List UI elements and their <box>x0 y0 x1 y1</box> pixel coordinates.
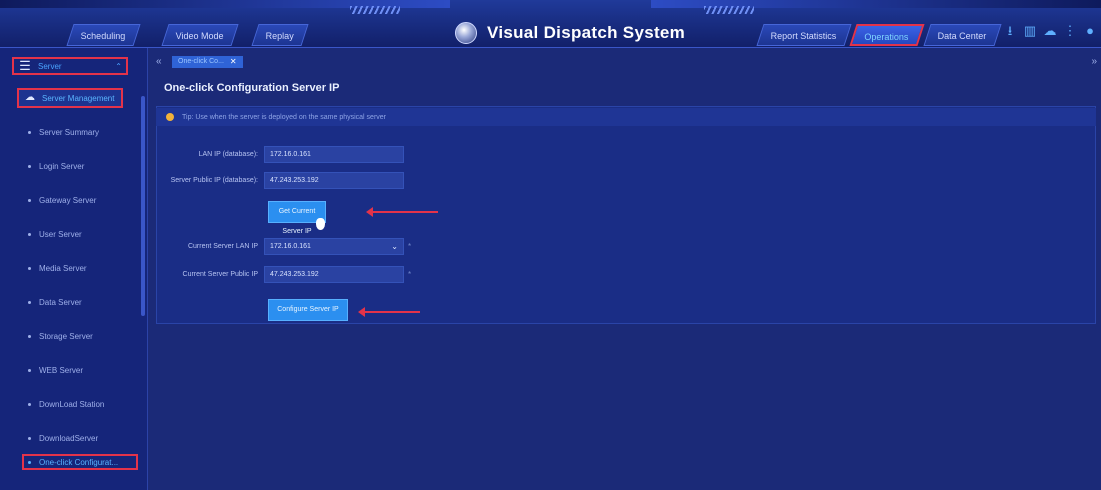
bullet-icon <box>28 232 31 236</box>
content-tab-strip: « One-click Co... ✕ » <box>150 54 1101 70</box>
sidebar-item-data-server[interactable]: Data Server <box>28 294 82 310</box>
configure-server-ip-button[interactable]: Configure Server IP <box>268 299 348 321</box>
sidebar-item-media-server[interactable]: Media Server <box>28 260 87 276</box>
server-icon: ☰ <box>19 58 31 73</box>
bullet-icon <box>28 334 31 338</box>
building-icon[interactable]: ▥ <box>1023 24 1037 38</box>
bullet-icon <box>28 402 31 406</box>
public-ip-label: Server Public IP (database): <box>170 177 258 184</box>
tab-data-center[interactable]: Data Center <box>923 24 1002 46</box>
form-row-current-public-ip: Current Server Public IP 47.243.253.192 … <box>164 266 411 283</box>
current-public-ip-label: Current Server Public IP <box>182 271 258 278</box>
stripe-decoration <box>704 6 754 14</box>
close-icon[interactable]: ✕ <box>230 56 237 68</box>
bullet-icon <box>28 436 31 440</box>
bullet-icon <box>28 198 31 202</box>
form-row-public-ip: Server Public IP (database): 47.243.253.… <box>164 172 404 189</box>
tip-bar: Tip: Use when the server is deployed on … <box>156 108 1096 126</box>
sidebar-item-server-summary[interactable]: Server Summary <box>28 124 99 140</box>
cloud-icon: ☁ <box>25 92 35 103</box>
sidebar-item-login-server[interactable]: Login Server <box>28 158 84 174</box>
sidebar-item-download-station[interactable]: DownLoad Station <box>28 396 104 412</box>
tab-report-statistics[interactable]: Report Statistics <box>756 24 852 46</box>
cloud-icon[interactable]: ☁ <box>1043 24 1057 38</box>
chevron-down-icon[interactable]: ⌄ <box>391 239 398 254</box>
menu-server-management[interactable]: ☁ Server Management <box>17 88 123 108</box>
stripe-decoration <box>350 6 400 14</box>
more-icon[interactable]: ⋮ <box>1063 24 1077 38</box>
form-row-lan-ip: LAN IP (database): 172.16.0.161 <box>164 146 404 163</box>
lan-ip-label: LAN IP (database): <box>198 151 258 158</box>
chevron-up-icon: ⌃ <box>115 61 122 71</box>
header-icons: ⭳ ▥ ☁ ⋮ ● <box>1003 24 1097 38</box>
sidebar-item-user-server[interactable]: User Server <box>28 226 82 242</box>
tab-video-mode[interactable]: Video Mode <box>161 24 239 46</box>
sidebar: ☰ Server ⌃ ☁ Server Management Server Su… <box>0 48 148 490</box>
bullet-icon <box>28 164 31 168</box>
bullet-icon <box>28 460 31 464</box>
public-ip-field[interactable]: 47.243.253.192 <box>264 172 404 189</box>
required-mark: * <box>408 270 412 279</box>
app-title-block: Visual Dispatch System <box>455 18 685 48</box>
app-title: Visual Dispatch System <box>487 23 686 42</box>
current-lan-ip-label: Current Server LAN IP <box>187 243 258 250</box>
bullet-icon <box>28 368 31 372</box>
bullet-icon <box>28 130 31 134</box>
bullet-icon <box>28 266 31 270</box>
required-mark: * <box>408 242 412 251</box>
sidebar-item-download-server[interactable]: DownloadServer <box>28 430 98 446</box>
current-public-ip-field[interactable]: 47.243.253.192 <box>264 266 404 283</box>
tab-replay[interactable]: Replay <box>251 24 309 46</box>
tip-text: Tip: Use when the server is deployed on … <box>182 113 387 121</box>
mouse-cursor-icon <box>316 218 325 230</box>
tab-operations[interactable]: Operations <box>849 24 925 46</box>
sidebar-item-web-server[interactable]: WEB Server <box>28 362 83 378</box>
sidebar-item-one-click-configuration[interactable]: One-click Configurat... <box>22 454 138 470</box>
bullet-icon <box>28 300 31 304</box>
annotation-arrow <box>358 307 420 317</box>
lan-ip-field[interactable]: 172.16.0.161 <box>264 146 404 163</box>
annotation-arrow <box>366 207 438 217</box>
sidebar-scrollbar[interactable] <box>141 96 145 316</box>
tab-scroll-left-icon[interactable]: « <box>156 56 162 67</box>
menu-server-label: Server <box>38 61 62 71</box>
current-lan-ip-select[interactable]: 172.16.0.161 ⌄ <box>264 238 404 255</box>
form-row-current-lan-ip: Current Server LAN IP 172.16.0.161 ⌄ * <box>164 238 411 255</box>
info-icon <box>166 113 174 121</box>
open-tab-one-click-config[interactable]: One-click Co... ✕ <box>172 56 243 68</box>
tab-scroll-right-icon[interactable]: » <box>1091 56 1097 67</box>
top-bar: Scheduling Video Mode Replay Visual Disp… <box>0 0 1101 48</box>
sidebar-item-gateway-server[interactable]: Gateway Server <box>28 192 96 208</box>
tab-scheduling[interactable]: Scheduling <box>66 24 141 46</box>
menu-server-management-label: Server Management <box>42 93 115 103</box>
sidebar-item-storage-server[interactable]: Storage Server <box>28 328 93 344</box>
user-icon[interactable]: ● <box>1083 24 1097 38</box>
menu-server[interactable]: ☰ Server ⌃ <box>12 57 128 75</box>
download-icon[interactable]: ⭳ <box>1003 24 1017 38</box>
app-logo-icon <box>455 22 477 44</box>
page-title: One-click Configuration Server IP <box>164 82 340 94</box>
